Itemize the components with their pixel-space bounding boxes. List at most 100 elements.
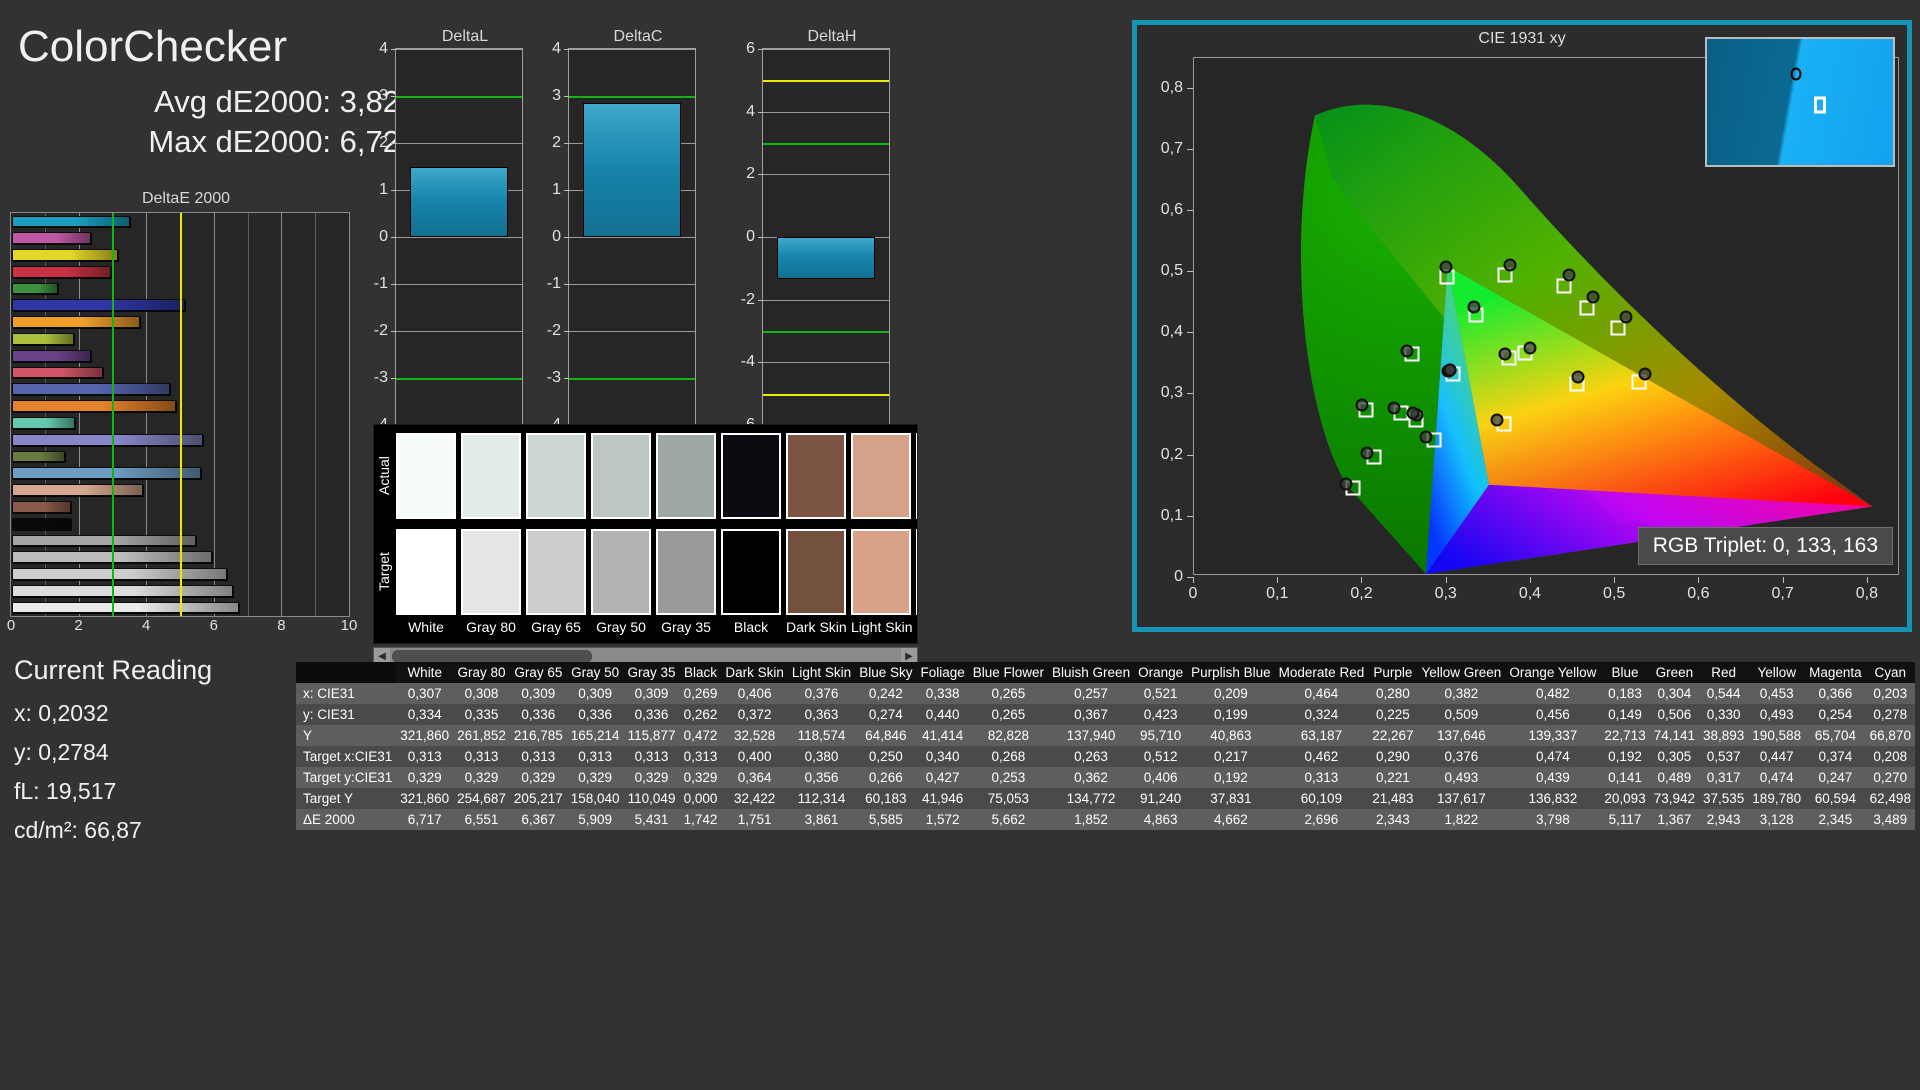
table-cell: 0,376 xyxy=(1417,746,1506,767)
table-column-header[interactable]: Black xyxy=(679,662,722,683)
table-column-header[interactable]: Blue Flower xyxy=(968,662,1049,683)
data-table: White Gray 80 Gray 65 Gray 50 Gray 35 Black Da… xyxy=(296,662,1915,830)
table-column-header[interactable]: Foliage xyxy=(916,662,969,683)
table-cell: 0,440 xyxy=(916,704,969,725)
swatch-cell-actual[interactable] xyxy=(526,433,586,519)
table-column-header[interactable]: Red xyxy=(1699,662,1749,683)
cie-y-tick-label: 0,5 xyxy=(1160,262,1183,280)
gridline xyxy=(213,213,215,616)
gridline xyxy=(763,362,889,364)
table-row-header: y: CIE31 xyxy=(296,704,397,725)
table-row[interactable]: ΔE 2000 6,717 6,551 6,367 5,909 5,431 1,742 1,7… xyxy=(296,809,1915,830)
table-cell: 137,940 xyxy=(1048,725,1135,746)
y-tick-mark xyxy=(758,362,763,364)
table-column-header[interactable]: Gray 80 xyxy=(453,662,510,683)
table-cell: 3,489 xyxy=(1865,809,1915,830)
table-cell: 0,456 xyxy=(1505,704,1601,725)
swatch-cell-target[interactable] xyxy=(396,529,456,615)
swatch-cell-target[interactable] xyxy=(851,529,911,615)
table-column-header[interactable]: Gray 65 xyxy=(509,662,567,683)
table-cell: 0,464 xyxy=(1274,683,1369,704)
table-cell: 0,257 xyxy=(1048,683,1135,704)
table-cell: 0,307 xyxy=(396,683,454,704)
table-cell: 137,617 xyxy=(1417,788,1506,809)
cie-x-tick-label: 0,5 xyxy=(1603,585,1626,602)
cie-x-tick-mark xyxy=(1698,577,1700,583)
table-corner-cell xyxy=(296,662,397,683)
deltal-bar xyxy=(410,166,508,237)
swatch-cell-target[interactable] xyxy=(721,529,781,615)
table-cell: 0,380 xyxy=(787,746,856,767)
table-cell: 0,313 xyxy=(566,746,624,767)
table-cell: 62,498 xyxy=(1865,788,1915,809)
table-column-header[interactable]: Magenta xyxy=(1805,662,1866,683)
table-row[interactable]: Target y:CIE31 0,329 0,329 0,329 0,329 0,329 0… xyxy=(296,767,1915,788)
table-column-header[interactable]: Dark Skin xyxy=(721,662,788,683)
table-column-header[interactable]: Purplish Blue xyxy=(1187,662,1275,683)
swatch-cell-target[interactable] xyxy=(591,529,651,615)
table-cell: 0,363 xyxy=(787,704,856,725)
cie-measured-marker xyxy=(1467,300,1481,314)
table-cell: 0,278 xyxy=(1865,704,1915,725)
swatch-cell-target[interactable] xyxy=(526,529,586,615)
table-row[interactable]: Y 321,860 261,852 216,785 165,214 115,877 0,47… xyxy=(296,725,1915,746)
swatch-cell-target[interactable] xyxy=(786,529,846,615)
swatch-cell-target[interactable] xyxy=(656,529,716,615)
swatch-cell-actual[interactable] xyxy=(786,433,846,519)
table-row-header: Target Y xyxy=(296,788,397,809)
table-column-header[interactable]: Green xyxy=(1649,662,1699,683)
cie-x-tick-label: 0,8 xyxy=(1855,585,1878,602)
swatch-cell-actual[interactable] xyxy=(461,433,521,519)
table-cell: 158,040 xyxy=(566,788,624,809)
table-column-header[interactable]: Yellow xyxy=(1748,662,1806,683)
table-column-header[interactable]: Purple xyxy=(1368,662,1418,683)
scrollbar-thumb[interactable] xyxy=(392,649,592,663)
measurement-data-table[interactable]: White Gray 80 Gray 65 Gray 50 Gray 35 Black Da… xyxy=(296,662,1915,830)
table-cell: 0,274 xyxy=(855,704,917,725)
table-cell: 0,474 xyxy=(1748,767,1806,788)
table-column-header[interactable]: Moderate Red xyxy=(1274,662,1369,683)
swatch-cell-actual[interactable] xyxy=(721,433,781,519)
table-column-header[interactable]: Orange xyxy=(1134,662,1188,683)
table-column-header[interactable]: Gray 50 xyxy=(566,662,624,683)
cie-y-tick-mark xyxy=(1187,209,1193,211)
swatch-cell-actual[interactable] xyxy=(656,433,716,519)
table-column-header[interactable]: Light Skin xyxy=(787,662,856,683)
table-cell: 0,247 xyxy=(1805,767,1866,788)
table-cell: 0,336 xyxy=(509,704,567,725)
table-head: White Gray 80 Gray 65 Gray 50 Gray 35 Black Da… xyxy=(296,662,1915,683)
table-row[interactable]: Target Y 321,860 254,687 205,217 158,040 110,… xyxy=(296,788,1915,809)
table-cell: 0,367 xyxy=(1048,704,1135,725)
swatch-cell-target[interactable] xyxy=(916,529,917,615)
swatch-cell-actual[interactable] xyxy=(396,433,456,519)
table-column-header[interactable]: Bluish Green xyxy=(1048,662,1135,683)
table-cell: 0,406 xyxy=(721,683,788,704)
table-cell: 0,336 xyxy=(623,704,680,725)
swatch-cell-target[interactable] xyxy=(461,529,521,615)
gridline xyxy=(569,49,695,50)
swatch-cell-actual[interactable] xyxy=(591,433,651,519)
deltae-bar xyxy=(12,433,204,446)
gridline xyxy=(763,111,889,113)
table-cell: 190,588 xyxy=(1748,725,1806,746)
cie-y-tick-label: 0,3 xyxy=(1160,384,1183,402)
swatch-cell-actual[interactable] xyxy=(851,433,911,519)
table-column-header[interactable]: Blue Sky xyxy=(855,662,917,683)
table-column-header[interactable]: Orange Yellow xyxy=(1505,662,1601,683)
table-cell: 6,717 xyxy=(396,809,454,830)
table-column-header[interactable]: Yellow Green xyxy=(1417,662,1506,683)
table-row[interactable]: y: CIE31 0,334 0,335 0,336 0,336 0,336 0,262 0,… xyxy=(296,704,1915,725)
table-column-header[interactable]: Gray 35 xyxy=(623,662,680,683)
cie-x-tick-label: 0,4 xyxy=(1518,585,1542,602)
y-tick-mark xyxy=(758,49,763,50)
table-column-header[interactable]: White xyxy=(396,662,454,683)
cie-measured-marker xyxy=(1419,430,1433,444)
swatch-cell-actual[interactable] xyxy=(916,433,917,519)
table-cell: 118,574 xyxy=(787,725,856,746)
table-column-header[interactable]: Cyan xyxy=(1865,662,1915,683)
table-cell: 5,117 xyxy=(1600,809,1650,830)
table-row[interactable]: x: CIE31 0,307 0,308 0,309 0,309 0,309 0,269 0,… xyxy=(296,683,1915,704)
table-column-header[interactable]: Blue xyxy=(1600,662,1650,683)
table-cell: 0,308 xyxy=(453,683,510,704)
table-row[interactable]: Target x:CIE31 0,313 0,313 0,313 0,313 0,313 0… xyxy=(296,746,1915,767)
